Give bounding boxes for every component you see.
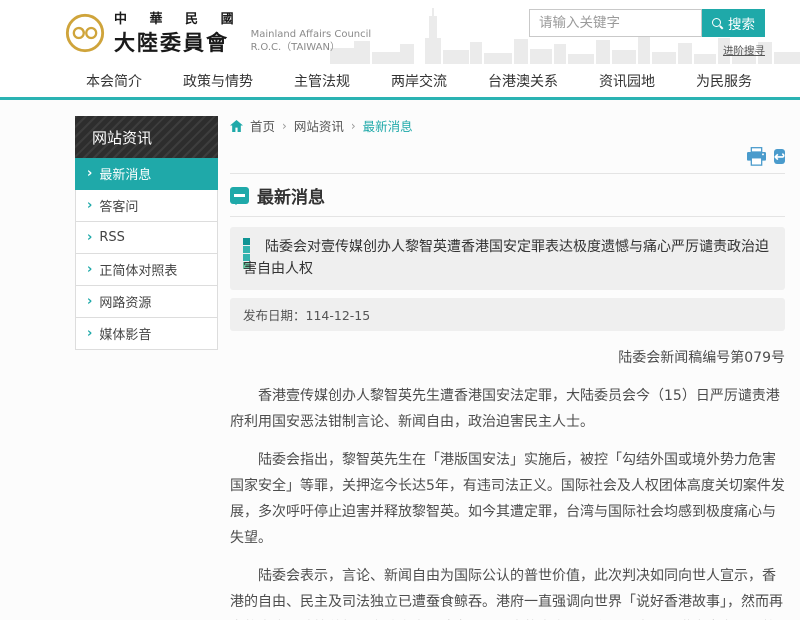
chevron-right-icon: › bbox=[87, 294, 92, 309]
sidebar-item-latest-news[interactable]: › 最新消息 bbox=[75, 158, 218, 190]
site-logo[interactable]: 中 華 民 國 大陸委員會 Mainland Affairs Council R… bbox=[64, 8, 371, 57]
search-button[interactable]: 搜索 bbox=[702, 9, 765, 37]
sidebar-title: 网站资讯 bbox=[75, 116, 218, 158]
main-nav: 本会简介 政策与情势 主管法规 两岸交流 台港澳关系 资讯园地 为民服务 bbox=[0, 64, 800, 100]
nav-item-hk-macao[interactable]: 台港澳关系 bbox=[488, 71, 558, 91]
sidebar: 网站资讯 › 最新消息 › 答客问 › RSS › 正简体对照表 › 网路资源 bbox=[75, 116, 218, 350]
grid-icon bbox=[243, 238, 258, 253]
page-title: 最新消息 bbox=[257, 183, 325, 208]
mac-logo-icon bbox=[64, 12, 106, 54]
page-tools: ↩ bbox=[230, 147, 785, 174]
search-input[interactable] bbox=[529, 9, 702, 37]
search-area: 搜索 进阶搜寻 bbox=[529, 9, 765, 58]
nav-item-services[interactable]: 为民服务 bbox=[696, 71, 752, 91]
chevron-right-icon: › bbox=[87, 166, 92, 181]
breadcrumb-home[interactable]: 首页 bbox=[250, 116, 275, 135]
logo-subtitle: Mainland Affairs Council R.O.C.（TAIWAN） bbox=[251, 28, 372, 57]
content-area: 首页 › 网站资讯 › 最新消息 ↩ bbox=[230, 116, 785, 620]
nav-item-info[interactable]: 资讯园地 bbox=[599, 71, 655, 91]
return-icon: ↩ bbox=[774, 149, 785, 164]
nav-item-about[interactable]: 本会简介 bbox=[86, 71, 142, 91]
publish-date: 发布日期：114-12-15 bbox=[230, 298, 785, 331]
advanced-search-link[interactable]: 进阶搜寻 bbox=[723, 43, 765, 58]
chevron-right-icon: › bbox=[87, 262, 92, 277]
chevron-right-icon: › bbox=[87, 230, 92, 245]
section-title-row: 最新消息 bbox=[230, 174, 785, 217]
nav-item-policy[interactable]: 政策与情势 bbox=[183, 71, 253, 91]
article-title-box: 陆委会对壹传媒创办人黎智英遭香港国安定罪表达极度遗憾与痛心严厉谴责政治迫害自由人… bbox=[230, 227, 785, 290]
sidebar-item-faq[interactable]: › 答客问 bbox=[75, 190, 218, 222]
nav-item-cross-strait[interactable]: 两岸交流 bbox=[391, 71, 447, 91]
site-header: 中 華 民 國 大陸委員會 Mainland Affairs Council R… bbox=[0, 0, 800, 64]
article-title: 陆委会对壹传媒创办人黎智英遭香港国安定罪表达极度遗憾与痛心严厉谴责政治迫害自由人… bbox=[243, 239, 769, 277]
home-icon bbox=[230, 120, 243, 132]
page: 中 華 民 國 大陸委員會 Mainland Affairs Council R… bbox=[0, 0, 800, 620]
publish-date-value: 114-12-15 bbox=[306, 308, 371, 323]
news-bubble-icon bbox=[230, 187, 249, 204]
sidebar-item-comparison-table[interactable]: › 正简体对照表 bbox=[75, 254, 218, 286]
printer-icon bbox=[746, 147, 767, 166]
search-icon bbox=[712, 18, 723, 29]
press-release-number: 陆委会新闻稿编号第079号 bbox=[230, 345, 785, 371]
publish-date-label: 发布日期： bbox=[243, 308, 306, 323]
nav-item-regulations[interactable]: 主管法规 bbox=[294, 71, 350, 91]
breadcrumb-separator: › bbox=[282, 119, 287, 133]
chevron-right-icon: › bbox=[87, 198, 92, 213]
sidebar-item-rss[interactable]: › RSS bbox=[75, 222, 218, 254]
breadcrumb-current: 最新消息 bbox=[363, 116, 413, 135]
paragraph: 陆委会表示，言论、新闻自由为国际公认的普世价值，此次判决如同向世人宣示，香港的自… bbox=[230, 563, 785, 620]
breadcrumb-separator: › bbox=[351, 119, 356, 133]
sidebar-item-media[interactable]: › 媒体影音 bbox=[75, 318, 218, 350]
breadcrumb-section[interactable]: 网站资讯 bbox=[294, 116, 344, 135]
article-body: 陆委会新闻稿编号第079号 香港壹传媒创办人黎智英先生遭香港国安法定罪，大陆委员… bbox=[230, 345, 785, 620]
sidebar-item-web-resources[interactable]: › 网路资源 bbox=[75, 286, 218, 318]
breadcrumb: 首页 › 网站资讯 › 最新消息 bbox=[230, 116, 785, 135]
chevron-right-icon: › bbox=[87, 326, 92, 341]
paragraph: 香港壹传媒创办人黎智英先生遭香港国安法定罪，大陆委员会今（15）日严厉谴责港府利… bbox=[230, 383, 785, 435]
print-button[interactable] bbox=[746, 147, 767, 166]
back-button[interactable]: ↩ bbox=[774, 147, 785, 166]
paragraph: 陆委会指出，黎智英先生在「港版国安法」实施后，被控「勾结外国或境外势力危害国家安… bbox=[230, 447, 785, 551]
logo-title: 中 華 民 國 大陸委員會 bbox=[114, 8, 243, 57]
main-area: 网站资讯 › 最新消息 › 答客问 › RSS › 正简体对照表 › 网路资源 bbox=[0, 100, 800, 620]
